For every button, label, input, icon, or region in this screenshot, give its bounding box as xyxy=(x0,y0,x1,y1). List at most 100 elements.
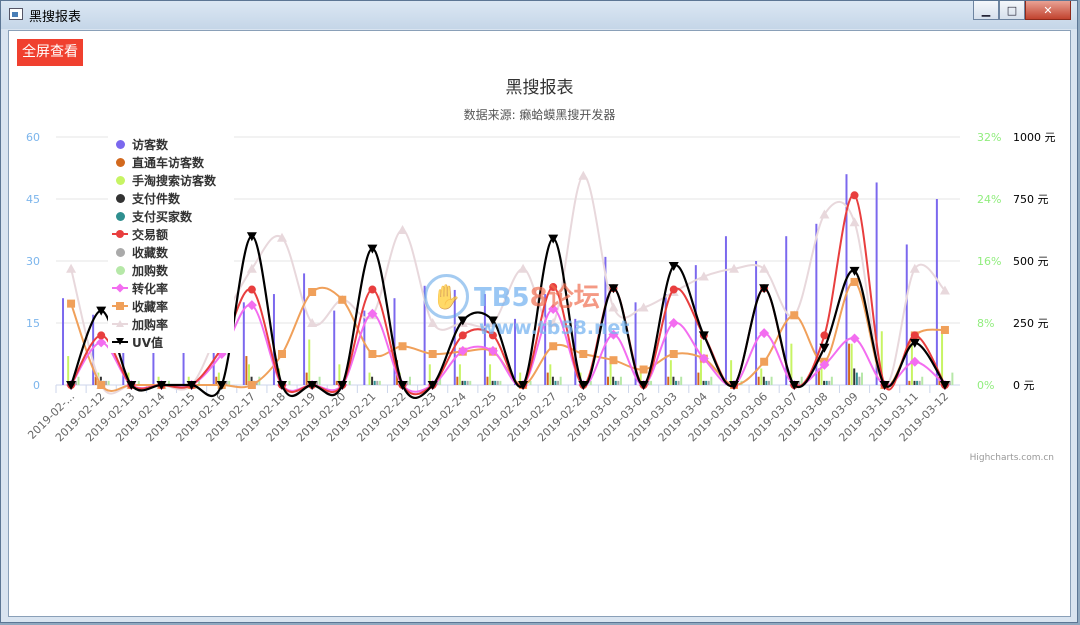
legend-item[interactable]: 收藏数 xyxy=(108,243,234,261)
y-money-tick-label: 0 元 xyxy=(1013,379,1035,392)
legend-symbol-icon xyxy=(108,247,132,257)
legend-label: UV值 xyxy=(132,335,164,350)
legend-label: 直通车访客数 xyxy=(132,155,205,170)
bar-加购数 xyxy=(77,376,80,385)
legend-symbol-icon xyxy=(108,193,132,203)
point-转化率 xyxy=(759,328,770,339)
point-收藏率 xyxy=(760,357,769,366)
legend-label: 交易额 xyxy=(132,227,169,242)
legend-item[interactable]: 访客数 xyxy=(108,135,234,153)
bar-加购数 xyxy=(860,372,863,385)
y-money-tick-label: 750 元 xyxy=(1013,193,1049,206)
legend-label: 手淘搜索访客数 xyxy=(132,173,217,188)
y-money-tick-label: 250 元 xyxy=(1013,317,1049,330)
bar-手淘搜索访客数 xyxy=(67,356,70,385)
bar-访客数 xyxy=(935,199,938,385)
point-收藏率 xyxy=(639,365,648,374)
legend-item[interactable]: 收藏率 xyxy=(108,297,234,315)
legend-symbol-icon xyxy=(108,302,132,310)
y-pct-tick-label: 32% xyxy=(977,131,1001,144)
point-交易额 xyxy=(850,191,859,200)
bar-直通车访客数 xyxy=(456,376,459,385)
maximize-button[interactable]: □ xyxy=(999,1,1025,20)
bar-加购数 xyxy=(559,376,562,385)
point-收藏率 xyxy=(669,350,678,358)
bar-访客数 xyxy=(62,298,65,385)
bar-访客数 xyxy=(755,261,758,385)
bar-访客数 xyxy=(333,310,336,385)
bar-直通车访客数 xyxy=(757,376,760,385)
point-交易额 xyxy=(910,331,919,340)
point-交易额 xyxy=(458,331,467,340)
bar-支付件数 xyxy=(461,380,464,385)
bar-访客数 xyxy=(694,265,697,385)
bar-加购数 xyxy=(107,380,110,385)
bar-访客数 xyxy=(303,273,306,385)
title-bar[interactable]: 黑搜报表 ▁ □ ✕ xyxy=(1,1,1077,29)
legend-symbol-icon xyxy=(108,265,132,275)
bar-支付件数 xyxy=(762,376,765,385)
bar-手淘搜索访客数 xyxy=(368,372,371,385)
y-money-tick-label: 1000 元 xyxy=(1013,131,1056,144)
watermark-url: www.tb58.net xyxy=(479,317,630,339)
point-收藏率 xyxy=(368,350,377,358)
legend-item[interactable]: 交易额 xyxy=(108,225,234,243)
point-收藏率 xyxy=(790,311,799,320)
point-交易额 xyxy=(97,331,106,340)
y-left-tick-label: 60 xyxy=(26,131,40,144)
bar-支付件数 xyxy=(672,376,675,385)
legend-item[interactable]: 加购数 xyxy=(108,261,234,279)
legend-item[interactable]: 转化率 xyxy=(108,279,234,297)
bar-支付件数 xyxy=(551,376,554,385)
bar-加购数 xyxy=(680,376,683,385)
bar-访客数 xyxy=(905,244,908,385)
chart-container: 全屏查看 黑搜报表 数据来源: 癞蛤蟆黑搜开发器 0 0% 0 元 15 8% 250 元… xyxy=(8,30,1071,617)
bar-加购数 xyxy=(619,376,622,385)
bar-支付买家数 xyxy=(765,380,768,385)
bar-直通车访客数 xyxy=(667,376,670,385)
bar-收藏数 xyxy=(828,380,831,385)
point-收藏率 xyxy=(850,277,859,286)
bar-直通车访客数 xyxy=(215,376,218,385)
y-left-tick-label: 15 xyxy=(26,317,40,330)
bar-支付买家数 xyxy=(554,380,557,385)
legend-label: 支付件数 xyxy=(132,191,181,206)
bar-加购数 xyxy=(378,380,381,385)
legend-item[interactable]: 支付件数 xyxy=(108,189,234,207)
bar-手淘搜索访客数 xyxy=(549,364,552,385)
legend-item[interactable]: 手淘搜索访客数 xyxy=(108,171,234,189)
point-交易额 xyxy=(368,285,377,294)
bar-手淘搜索访客数 xyxy=(489,364,492,385)
bar-手淘搜索访客数 xyxy=(669,360,672,385)
legend-item[interactable]: 支付买家数 xyxy=(108,207,234,225)
minimize-button[interactable]: ▁ xyxy=(973,1,999,20)
window-controls: ▁ □ ✕ xyxy=(973,1,1071,20)
bar-加购数 xyxy=(288,380,291,385)
close-icon: ✕ xyxy=(1043,3,1053,17)
legend-symbol-icon xyxy=(108,230,132,238)
point-加购率 xyxy=(277,232,287,242)
bar-收藏数 xyxy=(858,376,861,385)
y-pct-tick-label: 0% xyxy=(977,379,994,392)
app-window: 黑搜报表 ▁ □ ✕ 全屏查看 黑搜报表 数据来源: 癞蛤蟆黑搜开发器 0 0% 0… xyxy=(0,0,1078,623)
bar-访客数 xyxy=(242,302,245,385)
legend-item[interactable]: 加购率 xyxy=(108,315,234,333)
bar-支付买家数 xyxy=(464,380,467,385)
bar-支付买家数 xyxy=(705,380,708,385)
point-交易额 xyxy=(247,285,256,294)
bar-直通车访客数 xyxy=(848,343,851,385)
bar-支付件数 xyxy=(853,368,856,385)
bar-收藏数 xyxy=(557,380,560,385)
bar-收藏数 xyxy=(677,380,680,385)
bar-加购数 xyxy=(710,376,713,385)
legend-item[interactable]: 直通车访客数 xyxy=(108,153,234,171)
legend-item[interactable]: UV值 xyxy=(108,333,234,351)
close-button[interactable]: ✕ xyxy=(1025,1,1071,20)
bar-直通车访客数 xyxy=(546,372,549,385)
bar-支付买家数 xyxy=(614,380,617,385)
bar-加购数 xyxy=(770,376,773,385)
bar-支付件数 xyxy=(371,376,374,385)
bar-加购数 xyxy=(408,376,411,385)
credits-link[interactable]: Highcharts.com.cn xyxy=(970,453,1054,463)
legend-symbol-icon xyxy=(108,320,132,327)
